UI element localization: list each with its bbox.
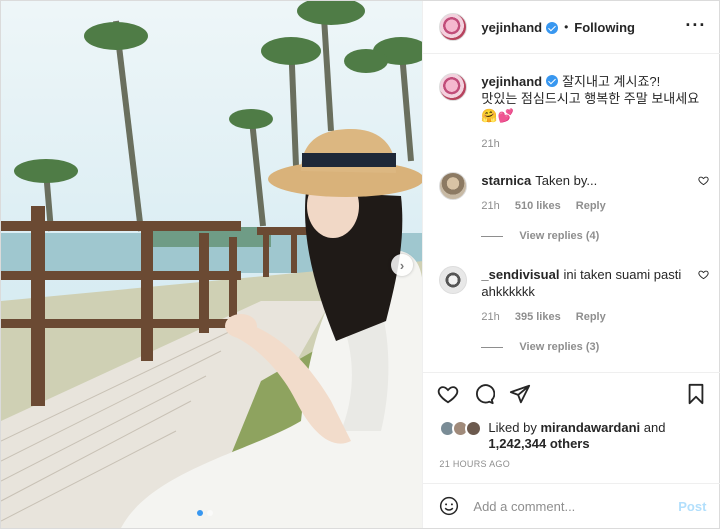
comment-meta: 21h 395 likes Reply xyxy=(481,311,709,323)
replies-line xyxy=(481,346,504,348)
following-button[interactable]: Following xyxy=(574,20,635,35)
comment-bubble-icon[interactable] xyxy=(473,383,496,405)
emoji-smiley-icon[interactable] xyxy=(439,496,459,516)
post-header: yejinhand • Following ··· xyxy=(423,1,720,54)
carousel-dot xyxy=(197,510,203,516)
author-username[interactable]: yejinhand xyxy=(481,20,542,35)
liker-avatar[interactable] xyxy=(465,420,483,437)
liked-by-and: and xyxy=(643,420,666,435)
like-heart-icon[interactable] xyxy=(437,383,459,405)
verified-badge-icon xyxy=(546,22,559,34)
caption-time[interactable]: 21h xyxy=(481,138,499,150)
caption: yejinhand 잘지내고 계시죠?! 맛있는 점심드시고 행복한 주말 보내세… xyxy=(439,73,709,150)
comment-item: _sendivisual ini taken suami pasti ahkkkk… xyxy=(439,266,710,353)
comment-reply-button[interactable]: Reply xyxy=(576,200,606,212)
verified-badge-icon xyxy=(546,75,559,87)
post-side-panel: yejinhand • Following ··· yejinhand 잘지내고 … xyxy=(422,1,720,528)
caption-meta: 21h xyxy=(481,138,709,150)
caption-line-2: 맛있는 점심드시고 행복한 주말 보내세요 xyxy=(481,91,700,106)
comment-reply-button[interactable]: Reply xyxy=(576,311,606,323)
action-bar xyxy=(423,372,720,416)
separator-dot: • xyxy=(564,20,569,34)
liked-by-user[interactable]: mirandawardani xyxy=(540,420,640,435)
liked-by-text: Liked by mirandawardani and 1,242,344 ot… xyxy=(488,420,709,452)
comment-body: Taken by... xyxy=(535,173,598,188)
caption-line-1: 잘지내고 계시죠?! xyxy=(562,74,661,89)
carousel-dot xyxy=(207,510,213,516)
add-comment-bar: Add a comment... Post xyxy=(423,483,720,528)
next-photo-button[interactable]: › xyxy=(391,254,413,276)
add-comment-input[interactable]: Add a comment... xyxy=(473,499,678,514)
author-avatar[interactable] xyxy=(439,13,468,41)
view-replies-button[interactable]: View replies (4) xyxy=(481,230,709,242)
caption-username[interactable]: yejinhand xyxy=(481,74,542,89)
liked-by-count[interactable]: 1,242,344 others xyxy=(488,436,589,451)
caption-text: yejinhand 잘지내고 계시죠?! 맛있는 점심드시고 행복한 주말 보내세… xyxy=(481,73,709,124)
view-replies-button[interactable]: View replies (3) xyxy=(481,341,709,353)
comment-text: starnica Taken by... xyxy=(481,172,709,189)
carousel-dots xyxy=(197,510,213,516)
comment-time[interactable]: 21h xyxy=(481,311,499,323)
liker-avatars xyxy=(439,420,483,437)
caption-emoji: 🤗💕 xyxy=(481,108,514,123)
comment-like-heart-icon[interactable] xyxy=(698,175,710,186)
comment-item: starnica Taken by... 21h 510 likes Reply … xyxy=(439,172,710,242)
comment-likes[interactable]: 395 likes xyxy=(515,311,561,323)
liked-by-prefix: Liked by xyxy=(488,420,537,435)
more-options-icon[interactable]: ··· xyxy=(685,15,706,36)
commenter-avatar[interactable] xyxy=(439,266,468,294)
comment-time[interactable]: 21h xyxy=(481,200,499,212)
view-replies-label: View replies (3) xyxy=(519,341,600,353)
post-photo[interactable]: › xyxy=(1,1,423,528)
comment-username[interactable]: starnica xyxy=(481,173,531,188)
instagram-post: › yejinhand • Following ··· yejinhand 잘지내… xyxy=(0,0,720,529)
view-replies-label: View replies (4) xyxy=(519,230,600,242)
liked-by: Liked by mirandawardani and 1,242,344 ot… xyxy=(439,420,709,452)
photo-illustration xyxy=(1,1,423,528)
comment-like-heart-icon[interactable] xyxy=(698,269,710,280)
comment-likes[interactable]: 510 likes xyxy=(515,200,561,212)
comment-username[interactable]: _sendivisual xyxy=(481,267,559,282)
post-timestamp[interactable]: 21 HOURS AGO xyxy=(439,459,510,469)
share-send-icon[interactable] xyxy=(509,383,531,405)
replies-line xyxy=(481,235,504,237)
post-comment-button[interactable]: Post xyxy=(678,499,706,514)
author-avatar[interactable] xyxy=(439,73,468,101)
comment-meta: 21h 510 likes Reply xyxy=(481,200,709,212)
save-bookmark-icon[interactable] xyxy=(685,383,707,405)
comment-text: _sendivisual ini taken suami pasti ahkkkk… xyxy=(481,266,709,300)
commenter-avatar[interactable] xyxy=(439,172,468,200)
